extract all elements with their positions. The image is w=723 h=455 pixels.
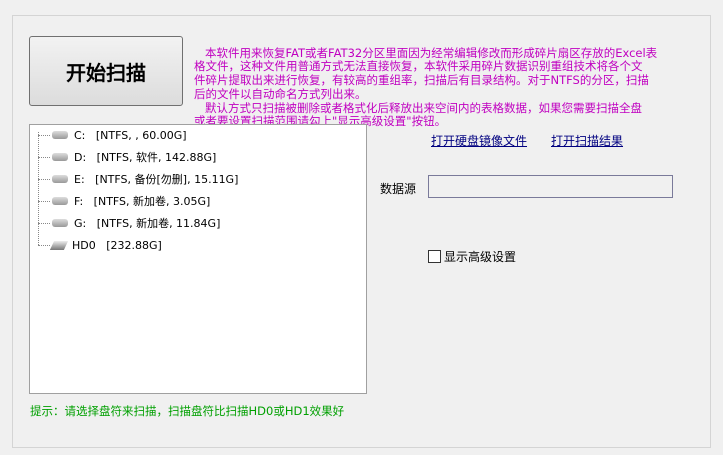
tree-item-e[interactable]: E: [NTFS, 备份[勿删], 15.11G] [44, 171, 238, 187]
tree-item-label: G: [NTFS, 新加卷, 11.84G] [74, 217, 221, 230]
tree-item-label: C: [NTFS, , 60.00G] [74, 128, 187, 142]
drive-icon [52, 219, 68, 227]
description-line: 默认方式只扫描被删除或者格式化后释放出来空间内的表格数据，如果您需要扫描全盘 [194, 100, 642, 115]
harddisk-icon [49, 240, 69, 250]
tree-item-hd0[interactable]: HD0 [232.88G] [44, 237, 162, 253]
tree-item-label: F: [NTFS, 新加卷, 3.05G] [74, 195, 211, 208]
open-image-link[interactable]: 打开硬盘镜像文件 [431, 132, 527, 149]
tree-item-c[interactable]: C: [NTFS, , 60.00G] [44, 127, 187, 143]
tree-item-d[interactable]: D: [NTFS, 软件, 142.88G] [44, 149, 216, 165]
checkbox-icon[interactable] [428, 250, 441, 263]
description-line: 后的文件以自动命名方式列出来。 [194, 86, 367, 101]
open-result-link[interactable]: 打开扫描结果 [551, 132, 623, 149]
tree-item-label: E: [NTFS, 备份[勿删], 15.11G] [74, 173, 239, 186]
tree-item-label: D: [NTFS, 软件, 142.88G] [74, 151, 217, 164]
description-line: 件碎片提取出来进行恢复，有较高的重组率，扫描后有目录结构。对于NTFS的分区，扫… [194, 73, 649, 88]
tree-item-label: HD0 [232.88G] [72, 238, 162, 252]
description-line: 本软件用来恢复FAT或者FAT32分区里面因为经常编辑修改而形成碎片扇区存放的E… [194, 45, 658, 60]
description-line: 格文件，这种文件用普通方式无法直接恢复，本软件采用碎片数据识别重组技术将各个文 [194, 59, 643, 74]
drive-icon [52, 197, 68, 205]
hint-text: 提示：请选择盘符来扫描，扫描盘符比扫描HD0或HD1效果好 [30, 404, 345, 418]
data-source-input[interactable] [428, 175, 673, 198]
tree-item-f[interactable]: F: [NTFS, 新加卷, 3.05G] [44, 193, 210, 209]
drive-icon [52, 175, 68, 183]
drive-icon [52, 153, 68, 161]
checkbox-label: 显示高级设置 [444, 250, 517, 264]
tree-item-g[interactable]: G: [NTFS, 新加卷, 11.84G] [44, 215, 220, 231]
data-source-label: 数据源 [380, 182, 417, 196]
tree-line [38, 132, 39, 245]
start-scan-button[interactable]: 开始扫描 [29, 36, 183, 106]
advanced-settings-checkbox[interactable]: 显示高级设置 [428, 248, 516, 265]
drive-icon [52, 131, 68, 139]
